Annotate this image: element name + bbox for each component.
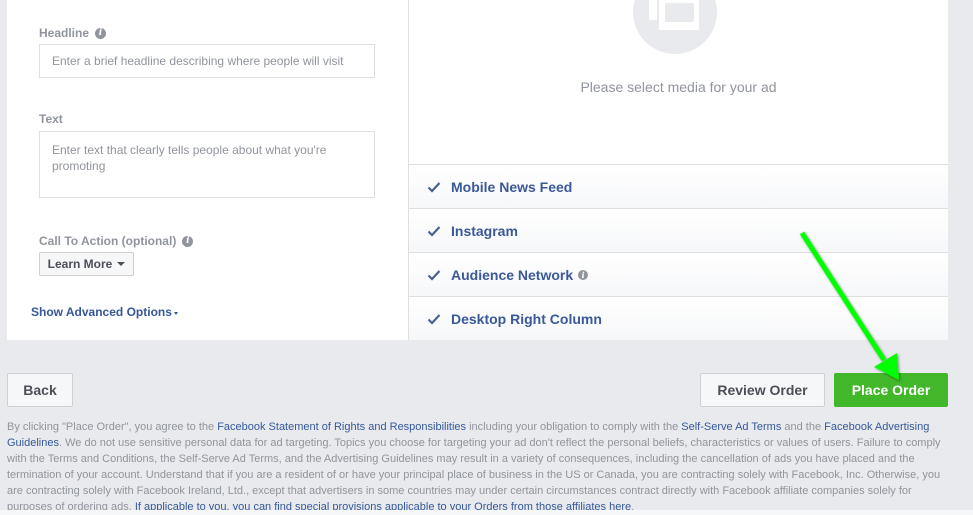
placement-instagram[interactable]: Instagram [409,208,948,252]
bottom-strip [0,510,973,515]
place-order-button[interactable]: Place Order [834,373,948,407]
self-serve-ad-terms-link[interactable]: Self-Serve Ad Terms [681,421,781,433]
check-icon [427,269,441,281]
legal-disclaimer: By clicking "Place Order", you agree to … [7,421,941,513]
review-order-button[interactable]: Review Order [700,373,825,407]
placement-audience-network[interactable]: Audience Network i [409,252,948,296]
info-icon[interactable]: i [182,235,194,247]
check-icon [427,181,441,193]
ad-preview-panel: Please select media for your ad Mobile N… [408,0,948,340]
placement-desktop-right-column[interactable]: Desktop Right Column [409,296,948,340]
ad-creative-form: Headline i Text Call To Action (optional… [7,0,408,340]
info-icon[interactable]: i [95,27,107,39]
media-message: Please select media for your ad [580,79,777,95]
check-icon [427,313,441,325]
text-label: Text [39,112,63,126]
placement-mobile-news-feed[interactable]: Mobile News Feed [409,164,948,208]
call-to-action-label: Call To Action (optional) i [39,234,194,248]
chevron-down-icon [117,262,126,266]
headline-input[interactable] [39,44,375,78]
chevron-down-icon [173,312,178,315]
media-placeholder-icon [633,0,717,54]
call-to-action-dropdown[interactable]: Learn More [39,252,134,276]
headline-label: Headline i [39,26,107,40]
text-input[interactable] [39,131,375,198]
back-button[interactable]: Back [7,373,73,407]
statement-of-rights-link[interactable]: Facebook Statement of Rights and Respons… [217,421,466,433]
info-icon[interactable]: i [578,269,589,280]
show-advanced-options-link[interactable]: Show Advanced Options [31,305,178,319]
check-icon [427,225,441,237]
